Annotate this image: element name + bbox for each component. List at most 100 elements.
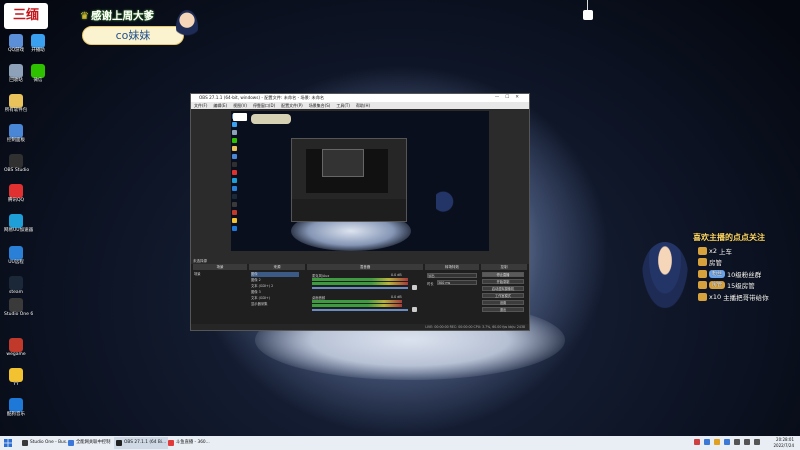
volume-slider[interactable] [312,309,408,311]
preview-recycle-bin-icon [232,130,237,135]
volume-icon[interactable] [744,439,750,445]
desktop-icon[interactable]: 开播助 [26,34,50,53]
desktop-icon[interactable]: QQ游戏 [4,34,28,53]
preview-brand-logo [233,113,247,121]
transition-select[interactable]: 淡出 [427,273,477,278]
system-clock[interactable]: 20:28:01 2022/7/24 [764,437,794,449]
obs-window[interactable]: OBS 27.1.1 (64-bit, windows) - 配置文件: 未命名… [190,93,530,331]
obs-menu-item[interactable]: 编辑(E) [213,103,227,108]
network-icon[interactable] [734,439,740,445]
desktop-icon-label: 开播助 [31,48,45,53]
desktop-icon[interactable]: YY [4,368,28,387]
transition-duration-input[interactable]: 300 ms [437,280,477,285]
recycle-bin-icon [9,64,23,78]
source-list-item[interactable]: 图像 2 [251,278,299,283]
taskbar-item-label: Studio One - Bus... [30,440,71,445]
transition-duration-label: 时长 [427,282,434,286]
speaker-icon[interactable] [412,307,417,312]
tray-app-4-icon[interactable] [724,439,730,445]
source-list-item[interactable]: 显示器采集 [251,302,299,307]
volume-slider[interactable] [312,287,408,289]
desktop-icon[interactable]: 控制面板 [4,124,28,143]
desktop-icon[interactable]: 所有软件包 [4,94,28,113]
obs-menu-item[interactable]: 停靠窗口(D) [253,103,275,108]
windows-start-icon[interactable] [4,439,12,447]
taskbar-item-label: OBS 27.1.1 (64 Bi... [124,440,167,445]
control-button[interactable]: 退出 [482,307,524,312]
preview-studio-one-icon [232,202,237,207]
preview-steam-icon [232,194,237,199]
taskbar-item[interactable]: 斗鱼直播 - 360... [166,437,220,449]
chat-bubble-icon [31,34,45,48]
system-tray [694,439,760,445]
scene-list-item[interactable]: 场景 [194,272,246,277]
obs-menu-item[interactable]: 帮助(H) [356,103,370,108]
desktop-icon-label: 回收站 [9,78,23,83]
desktop-icon-label: 网易UU加速器 [4,228,34,233]
preview-chat-bubble-icon [232,122,237,127]
tray-app-1-icon[interactable] [694,439,700,445]
desktop-icon[interactable]: 回收站 [4,64,28,83]
gift-icon [698,269,707,278]
obs-title: OBS 27.1.1 (64-bit, windows) - 配置文件: 未命名… [199,95,325,100]
preview-thanks-banner [251,114,291,124]
control-button[interactable]: 设置 [482,300,524,305]
source-list-item[interactable]: 图像 [251,272,299,277]
desktop-icon[interactable]: 微信 [26,64,50,83]
tray-app-2-icon[interactable] [704,439,710,445]
control-button[interactable]: 停止直播 [482,272,524,277]
obs-menu-item[interactable]: 配置文件(P) [281,103,303,108]
mixer-level-readout: 0.0 dB [391,273,402,277]
preview-control-panel-icon [232,154,237,159]
uu-icon [9,214,23,228]
obs-menu-item[interactable]: 场景集合(S) [309,103,331,108]
fan-row-text: 15级房管 [727,282,755,290]
desktop-icon[interactable]: UU远程 [4,246,28,265]
desktop-icon[interactable]: steam [4,276,28,295]
qq-icon [9,184,23,198]
desktop-icon[interactable]: OBS Studio [4,154,30,173]
thanks-title: ♛ 感谢上周大爹 [80,8,154,23]
desktop-icon[interactable]: 酷狗音乐 [4,398,28,417]
control-button[interactable]: 启动虚拟摄像机 [482,286,524,291]
obs-menu-item[interactable]: 工具(T) [336,103,350,108]
tray-app-3-icon[interactable] [714,439,720,445]
gift-icon [698,246,707,255]
nested-preview-window [322,149,364,177]
dock-sources-header: 来源 [249,264,305,270]
obs-menu-item[interactable]: 视图(V) [233,103,247,108]
desktop-icon[interactable]: 网易UU加速器 [4,214,34,233]
desktop-icon[interactable]: wegame [4,338,28,357]
obs-preview[interactable] [231,111,489,251]
hanging-string [587,0,588,10]
volume-meter [312,278,408,281]
desktop-icon-label: UU远程 [8,260,24,265]
desktop-icon-label: YY [13,382,19,387]
crown-icon: ♛ [80,11,89,22]
anime-avatar-icon [642,242,688,308]
window-controls[interactable]: —☐✕ [495,94,525,102]
taskbar-item[interactable]: 全能网关联中控制 [66,437,120,449]
obs-menu-item[interactable]: 文件(F) [194,103,207,108]
taskbar-item[interactable]: OBS 27.1.1 (64 Bi... [114,437,168,449]
control-button[interactable]: 工作室模式 [482,293,524,298]
speaker-icon[interactable] [412,285,417,290]
yy-icon [9,368,23,382]
desktop-icon-label: OBS Studio [4,168,30,173]
qq-game-icon [9,34,23,48]
desktop-icon-label: wegame [6,352,26,357]
source-list-item[interactable]: 图像 3 [251,290,299,295]
thanks-name-pill: co妹妹 [82,26,184,45]
obs-titlebar[interactable]: OBS 27.1.1 (64-bit, windows) - 配置文件: 未命名… [191,94,529,102]
fan-row: x2 上车 [698,245,732,256]
source-list-item[interactable]: 文本 (GDI+) [251,296,299,301]
brand-logo: 三缅 [4,3,48,29]
source-list-item[interactable]: 文本 (GDI+) 2 [251,284,299,289]
desktop-icon[interactable]: Studio One 6 [4,298,33,317]
taskbar-item-label: 斗鱼直播 - 360... [176,440,210,445]
steam-icon [9,276,23,290]
control-button[interactable]: 开始录制 [482,279,524,284]
desktop-icon-label: 控制面板 [7,138,25,143]
desktop-icon[interactable]: 腾讯QQ [4,184,28,203]
ime-icon[interactable] [754,439,760,445]
